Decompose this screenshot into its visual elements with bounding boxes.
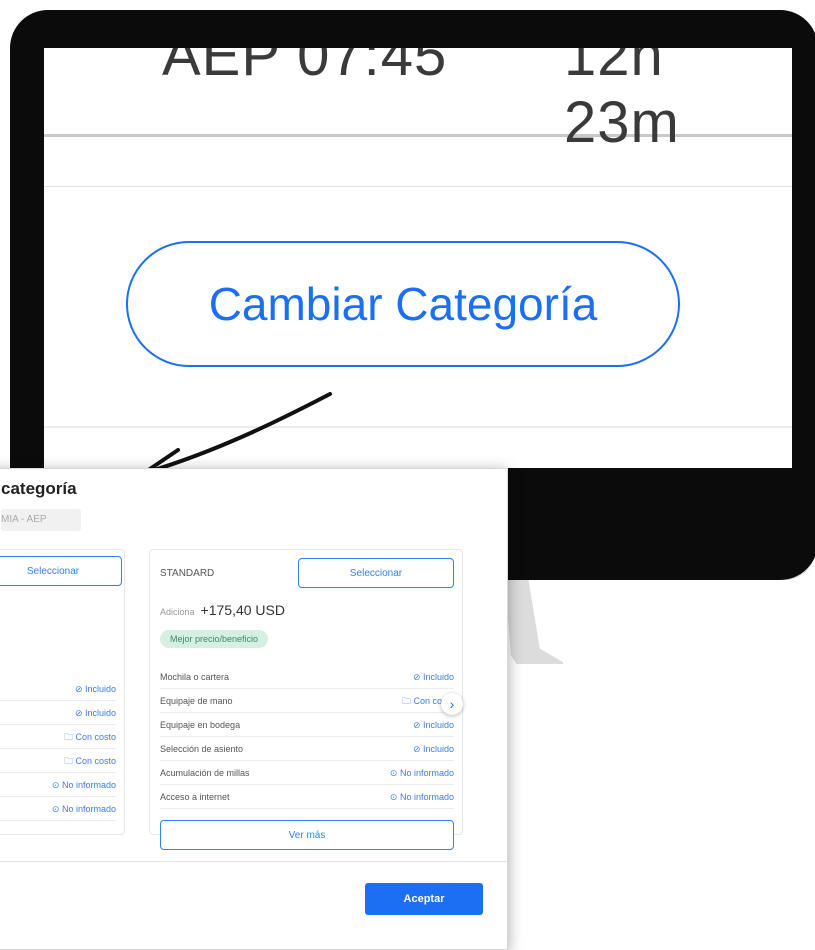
feature-row: Equipaje de mano 🗀 Con costo bbox=[160, 690, 454, 713]
feature-status: 🗀 Con costo bbox=[63, 732, 116, 742]
category-card-standard: STANDARD Seleccionar Adiciona +175,40 US… bbox=[149, 549, 463, 850]
route-label: MIA - AEP bbox=[1, 514, 47, 525]
feature-label: Acumulación de millas bbox=[160, 768, 250, 778]
feature-row: Acumulación de millas ⊙ No informado bbox=[160, 762, 454, 785]
feature-row: 🗀 Con costo bbox=[0, 726, 116, 749]
feature-row: Selección de asiento ⊘ Incluido bbox=[160, 738, 454, 761]
feature-row: Acceso a internet ⊙ No informado bbox=[160, 786, 454, 809]
route-tab[interactable]: MIA - AEP bbox=[1, 509, 81, 531]
feature-row: Mochila o cartera ⊘ Incluido bbox=[160, 666, 454, 689]
feature-status: 🗀 Con costo bbox=[63, 756, 116, 766]
feature-status: ⊙ No informado bbox=[389, 768, 454, 778]
modal-title: categoría bbox=[1, 479, 77, 498]
category-card-partial: Seleccionar ⊘ Incluido ⊘ Incluido 🗀 Con … bbox=[0, 549, 125, 835]
feature-status: ⊙ No informado bbox=[389, 792, 454, 802]
see-more-button[interactable]: Ver más bbox=[160, 820, 454, 850]
feature-row: Equipaje en bodega ⊘ Incluido bbox=[160, 714, 454, 737]
feature-row: ⊙ No informado bbox=[0, 774, 116, 797]
feature-label: Mochila o cartera bbox=[160, 672, 230, 682]
feature-status: ⊘ Incluido bbox=[412, 720, 454, 730]
feature-label: Equipaje en bodega bbox=[160, 720, 241, 730]
chevron-right-icon[interactable]: › bbox=[441, 693, 463, 715]
change-category-button[interactable]: Cambiar Categoría bbox=[126, 241, 680, 367]
price-row: Adiciona +175,40 USD bbox=[160, 602, 285, 618]
accept-button[interactable]: Aceptar bbox=[365, 883, 483, 915]
feature-label: Equipaje de mano bbox=[160, 696, 233, 706]
divider bbox=[0, 861, 507, 862]
divider bbox=[44, 186, 792, 187]
feature-status: ⊘ Incluido bbox=[74, 708, 116, 718]
departure-time: AEP 07:45 bbox=[162, 48, 448, 88]
feature-status: ⊙ No informado bbox=[51, 780, 116, 790]
change-category-modal: categoría MIA - AEP Seleccionar ⊘ Inclui… bbox=[0, 468, 508, 950]
flight-summary-row: AEP 07:45 12h 23m bbox=[44, 48, 792, 155]
feature-status: ⊘ Incluido bbox=[412, 672, 454, 682]
category-name: STANDARD bbox=[160, 568, 215, 579]
feature-row: ⊘ Incluido bbox=[0, 702, 116, 725]
price-value: +175,40 USD bbox=[200, 602, 285, 618]
select-button[interactable]: Seleccionar bbox=[298, 558, 454, 588]
flight-duration: 12h 23m bbox=[564, 48, 680, 155]
feature-status: ⊘ Incluido bbox=[412, 744, 454, 754]
best-value-badge: Mejor precio/beneficio bbox=[160, 630, 269, 648]
feature-row: 🗀 Con costo bbox=[0, 750, 116, 773]
feature-label: Selección de asiento bbox=[160, 744, 244, 754]
feature-label: Acceso a internet bbox=[160, 792, 230, 802]
feature-status: ⊘ Incluido bbox=[74, 684, 116, 694]
select-button[interactable]: Seleccionar bbox=[0, 556, 122, 586]
feature-row: ⊙ No informado bbox=[0, 798, 116, 821]
feature-status: ⊙ No informado bbox=[51, 804, 116, 814]
price-prefix: Adiciona bbox=[160, 607, 195, 617]
feature-row: ⊘ Incluido bbox=[0, 678, 116, 701]
monitor-stand-neck bbox=[505, 578, 563, 664]
